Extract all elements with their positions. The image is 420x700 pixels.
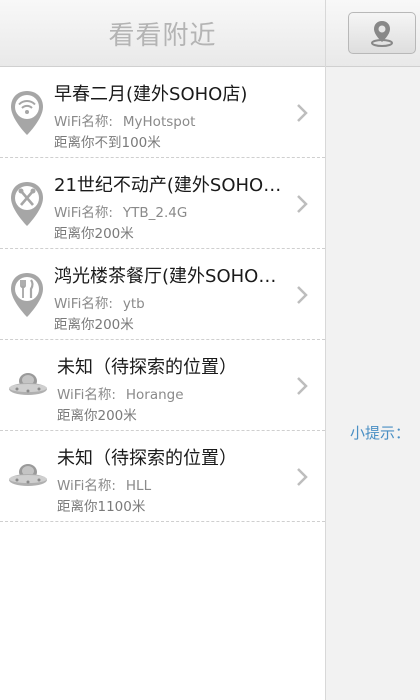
item-wifi: WiFi名称: HLL bbox=[57, 474, 151, 494]
wifi-label: WiFi名称: bbox=[54, 205, 113, 221]
chevron-right-icon bbox=[297, 104, 308, 122]
item-title: 未知（待探索的位置） bbox=[57, 357, 237, 378]
locate-button[interactable] bbox=[348, 12, 416, 54]
wifi-name: YTB_2.4G bbox=[122, 205, 188, 221]
item-wifi: WiFi名称: Horange bbox=[57, 383, 184, 403]
list-item[interactable]: 鸿光楼茶餐厅(建外SOHO… WiFi名称: ytb 距离你200米 bbox=[0, 249, 325, 340]
wifi-label: WiFi名称: bbox=[57, 387, 116, 403]
item-wifi: WiFi名称: ytb bbox=[54, 292, 145, 312]
list-item[interactable]: 未知（待探索的位置） WiFi名称: HLL 距离你1100米 bbox=[0, 431, 325, 522]
location-pin-icon bbox=[371, 21, 393, 47]
item-title: 鸿光楼茶餐厅(建外SOHO… bbox=[54, 266, 277, 287]
tools-pin-icon bbox=[11, 182, 43, 226]
page-title: 看看附近 bbox=[108, 20, 217, 51]
nearby-list: 早春二月(建外SOHO店) WiFi名称: MyHotspot 距离你不到100米… bbox=[0, 67, 325, 522]
item-wifi: WiFi名称: YTB_2.4G bbox=[54, 201, 187, 221]
wifi-name: MyHotspot bbox=[122, 114, 196, 130]
item-title: 21世纪不动产(建外SOHO… bbox=[54, 175, 282, 196]
side-panel: 小提示： bbox=[325, 0, 420, 700]
wifi-name: HLL bbox=[125, 478, 152, 494]
wifi-name: Horange bbox=[125, 387, 184, 403]
chevron-right-icon bbox=[297, 195, 308, 213]
chevron-right-icon bbox=[297, 468, 308, 486]
wifi-label: WiFi名称: bbox=[57, 478, 116, 494]
ufo-icon bbox=[9, 373, 47, 395]
item-title: 早春二月(建外SOHO店) bbox=[54, 84, 248, 105]
chevron-right-icon bbox=[297, 377, 308, 395]
side-header bbox=[326, 0, 420, 67]
tip-text: 小提示： bbox=[350, 424, 411, 442]
item-distance: 距离你1100米 bbox=[57, 499, 146, 515]
wifi-pin-icon bbox=[11, 91, 43, 135]
wifi-label: WiFi名称: bbox=[54, 114, 113, 130]
wifi-label: WiFi名称: bbox=[54, 296, 113, 312]
item-distance: 距离你200米 bbox=[57, 408, 137, 424]
item-title: 未知（待探索的位置） bbox=[57, 448, 237, 469]
list-item[interactable]: 21世纪不动产(建外SOHO… WiFi名称: YTB_2.4G 距离你200米 bbox=[0, 158, 325, 249]
ufo-icon bbox=[9, 464, 47, 486]
item-distance: 距离你200米 bbox=[54, 317, 134, 333]
item-distance: 距离你200米 bbox=[54, 226, 134, 242]
list-item[interactable]: 未知（待探索的位置） WiFi名称: Horange 距离你200米 bbox=[0, 340, 325, 431]
item-distance: 距离你不到100米 bbox=[54, 135, 161, 151]
wifi-name: ytb bbox=[122, 296, 145, 312]
list-item[interactable]: 早春二月(建外SOHO店) WiFi名称: MyHotspot 距离你不到100米 bbox=[0, 67, 325, 158]
restaurant-pin-icon bbox=[11, 273, 43, 317]
nearby-header: 看看附近 bbox=[0, 0, 325, 67]
item-wifi: WiFi名称: MyHotspot bbox=[54, 110, 195, 130]
nearby-panel: 看看附近 早春二月(建外SOHO店) WiFi名称: MyHotspot 距离你不… bbox=[0, 0, 325, 700]
chevron-right-icon bbox=[297, 286, 308, 304]
